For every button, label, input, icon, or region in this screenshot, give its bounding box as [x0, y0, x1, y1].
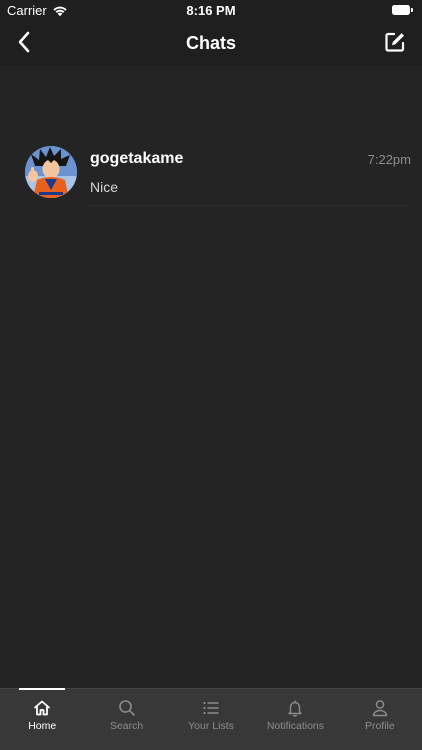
divider: [90, 205, 411, 206]
tab-label: Search: [109, 720, 144, 732]
tab-notifications[interactable]: Notifications: [253, 689, 337, 750]
page-title: Chats: [185, 33, 236, 53]
chats-screen: Carrier 8:16 PM Chats gogetakame 7:22pm …: [0, 0, 422, 750]
active-tab-indicator: [19, 688, 66, 690]
bell-icon: [285, 698, 305, 718]
navigation-bar: Chats: [0, 22, 422, 66]
tab-label: Your Lists: [188, 720, 234, 732]
search-icon: [117, 698, 137, 718]
status-time: 8:16 PM: [186, 3, 236, 18]
tab-label: Home: [28, 720, 57, 732]
chat-name: gogetakame: [90, 150, 184, 167]
battery-icon: [392, 5, 414, 15]
avatar[interactable]: [25, 146, 77, 198]
tab-your-lists[interactable]: Your Lists: [169, 689, 253, 750]
tab-profile[interactable]: Profile: [338, 689, 422, 750]
tab-search[interactable]: Search: [84, 689, 168, 750]
tab-label: Profile: [364, 720, 395, 732]
tab-bar: Home Search Your Lists Notifications Pro…: [0, 688, 422, 750]
tab-label: Notifications: [266, 720, 325, 732]
tab-home[interactable]: Home: [0, 688, 84, 750]
status-bar: Carrier 8:16 PM: [0, 0, 422, 22]
compose-icon: [384, 31, 406, 58]
chat-preview: Nice: [90, 179, 119, 195]
person-icon: [370, 698, 390, 718]
home-icon: [32, 698, 52, 718]
chat-time: 7:22pm: [367, 152, 411, 167]
compose-button[interactable]: [380, 29, 410, 59]
chat-list-item[interactable]: gogetakame 7:22pm Nice: [0, 141, 422, 207]
list-icon: [201, 698, 221, 718]
